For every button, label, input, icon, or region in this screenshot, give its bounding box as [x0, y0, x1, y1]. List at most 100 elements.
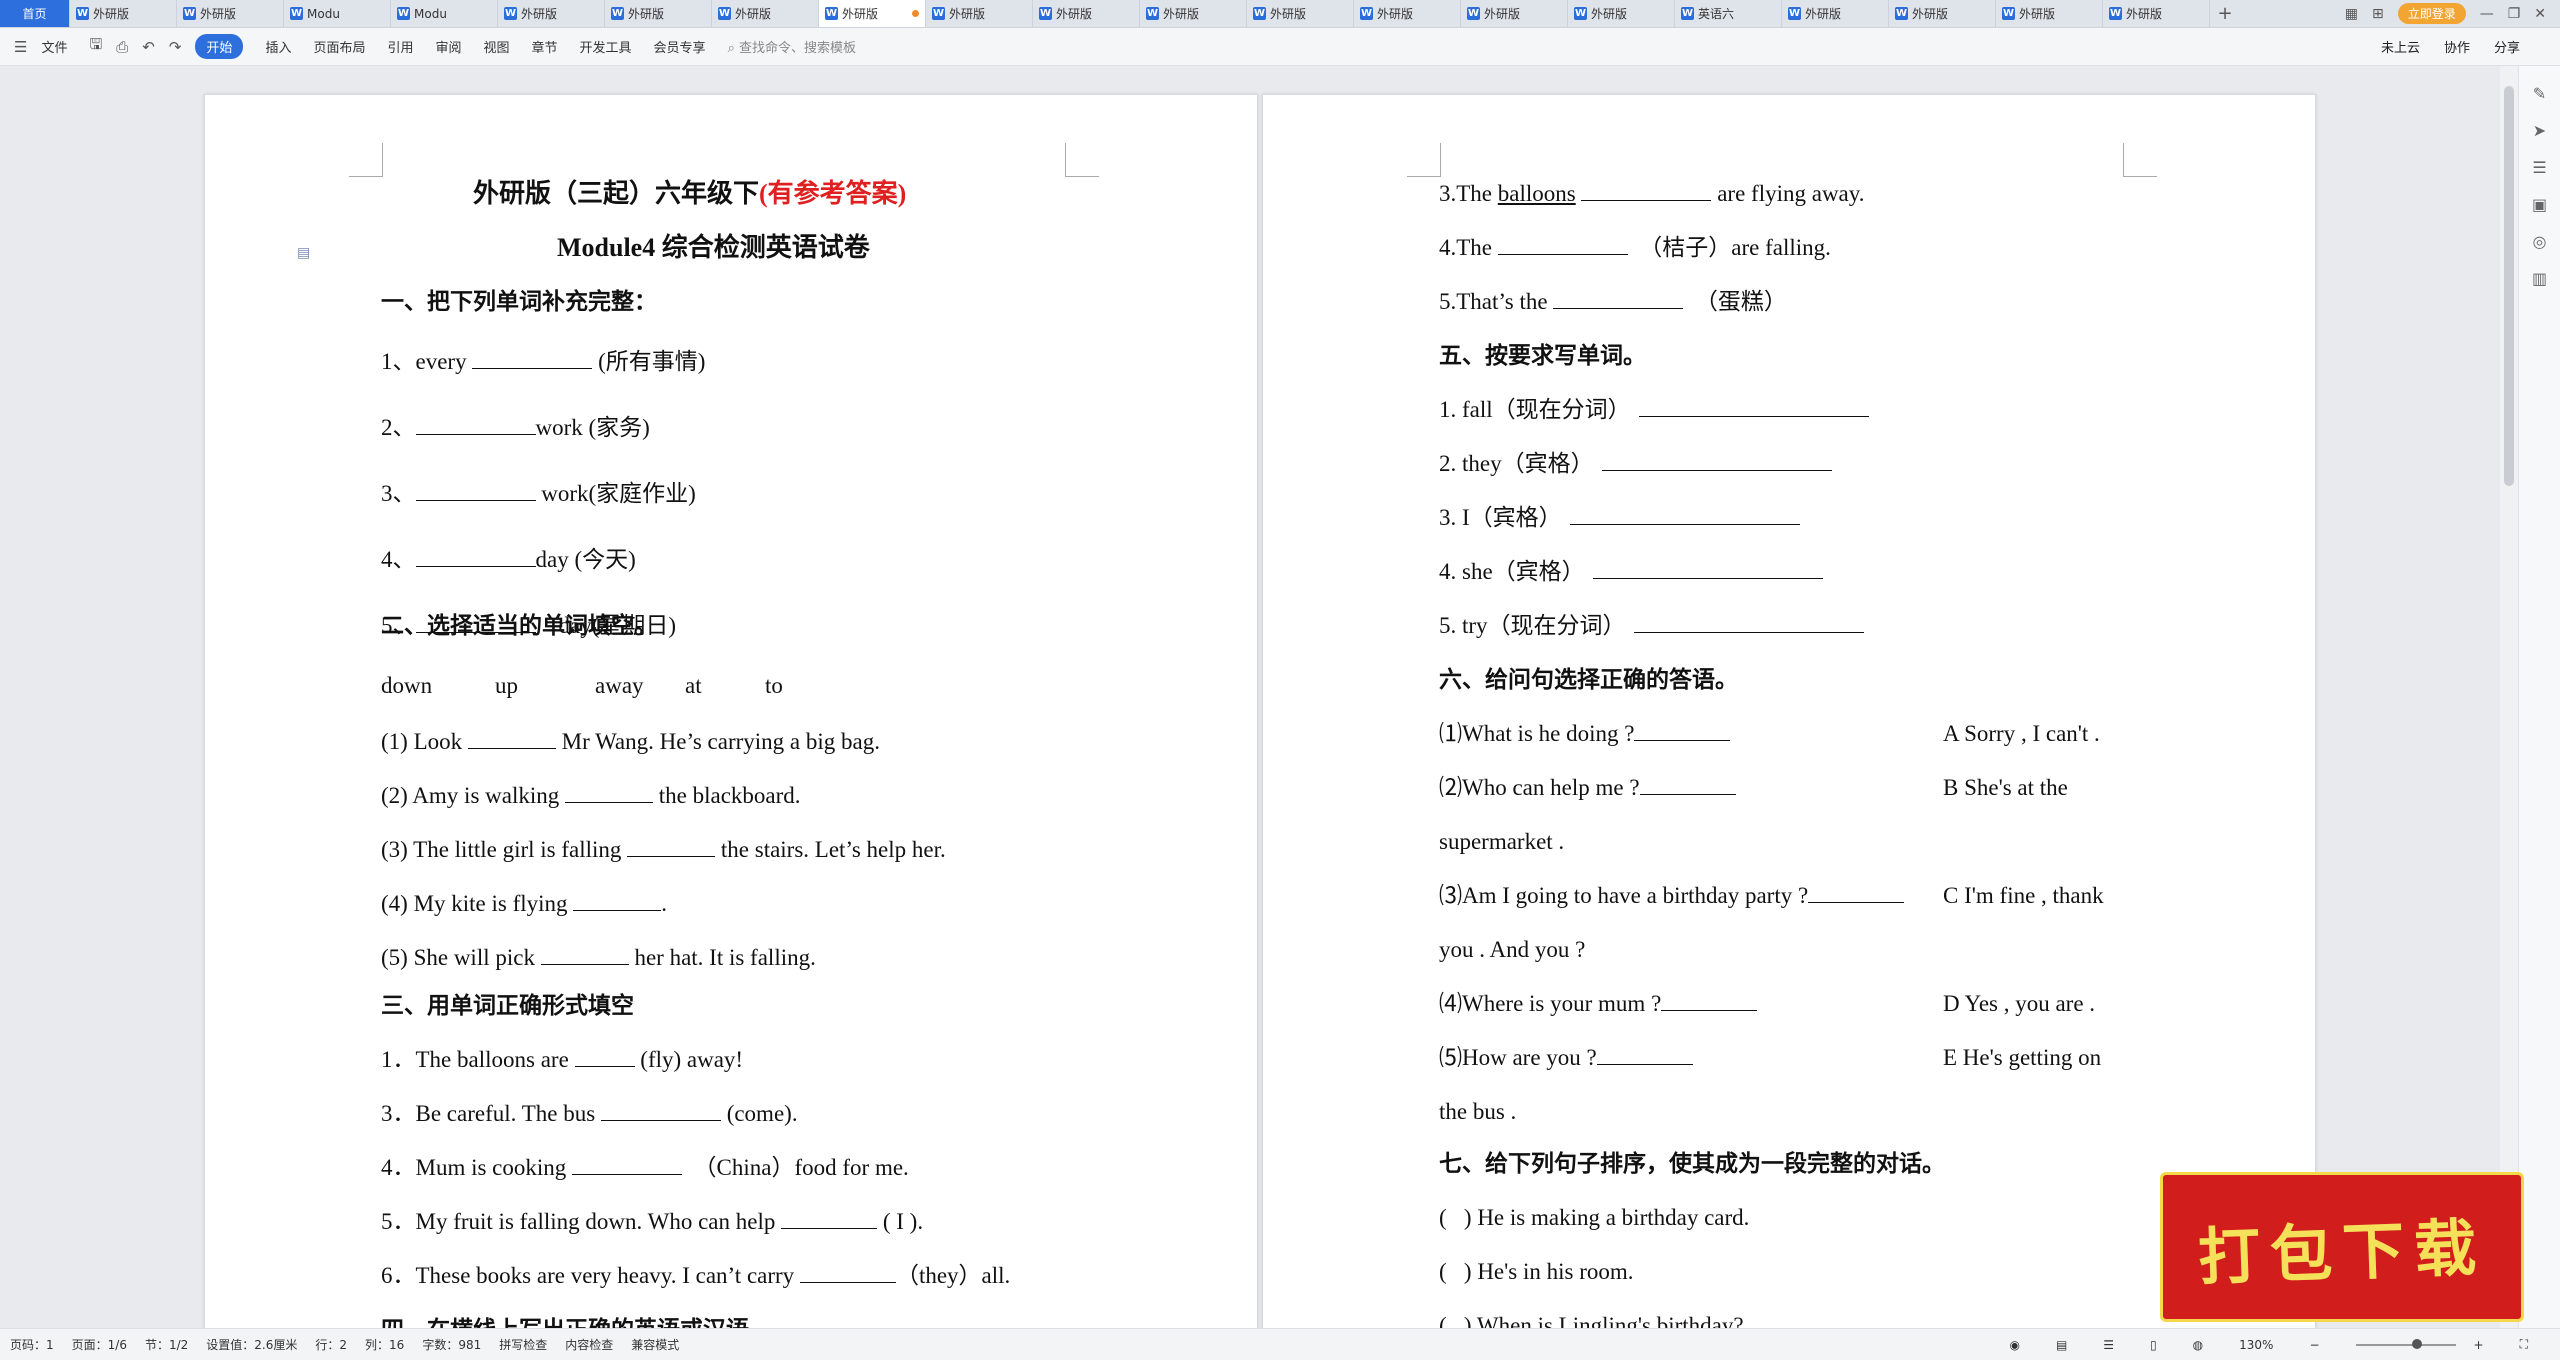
tab-document[interactable]: W 外研版 [1247, 0, 1354, 27]
cloud-status[interactable]: 未上云 [2381, 37, 2420, 56]
paragraph-icon[interactable]: ▤ [297, 245, 310, 262]
collab-button[interactable]: 协作 [2444, 37, 2470, 56]
pen-icon[interactable]: ✎ [2519, 84, 2560, 103]
save-icon[interactable]: 🖫 [89, 34, 102, 59]
new-tab-button[interactable]: + [2210, 0, 2240, 27]
status-word-count[interactable]: 字数：981 [422, 1336, 481, 1353]
tab-document[interactable]: W 外研版 [819, 0, 926, 27]
answer-blank[interactable] [1634, 721, 1731, 741]
web-view-icon[interactable]: ◍ [2193, 1338, 2203, 1352]
eye-icon[interactable]: ◉ [2009, 1338, 2019, 1352]
tab-document[interactable]: W 外研版 [1782, 0, 1889, 27]
answer-blank[interactable] [600, 1101, 721, 1121]
answer-blank[interactable] [1596, 1045, 1693, 1065]
page-view-icon[interactable]: ▤ [2056, 1338, 2067, 1352]
tab-document[interactable]: W 外研版 [70, 0, 177, 27]
tab-document[interactable]: W Modu [391, 0, 498, 27]
answer-blank[interactable] [1497, 235, 1628, 255]
answer-blank[interactable] [1638, 397, 1869, 417]
apps-icon[interactable]: ⊞ [2372, 6, 2384, 22]
tab-document[interactable]: W 外研版 [1140, 0, 1247, 27]
tab-document[interactable]: W 外研版 [1354, 0, 1461, 27]
outline-icon[interactable]: ☰ [2103, 1338, 2114, 1352]
close-button[interactable]: ✕ [2534, 6, 2546, 22]
cursor-icon[interactable]: ➤ [2519, 121, 2560, 140]
answer-blank[interactable] [1581, 181, 1712, 201]
zoom-level[interactable]: 130% [2239, 1338, 2273, 1352]
command-search[interactable]: ⌕ 查找命令、搜索模板 [728, 37, 856, 56]
tab-document[interactable]: W 外研版 [1996, 0, 2103, 27]
zoom-out-button[interactable]: − [2309, 1338, 2319, 1352]
zoom-slider-handle[interactable] [2411, 1338, 2422, 1349]
redo-icon[interactable]: ↷ [169, 38, 182, 56]
vertical-scrollbar[interactable] [2500, 66, 2518, 1328]
menu-icon[interactable]: ☰ [14, 38, 27, 56]
tab-document[interactable]: W 外研版 [2103, 0, 2210, 27]
download-badge[interactable]: 打包下载 [2160, 1172, 2524, 1322]
answer-blank[interactable] [1592, 559, 1823, 579]
answer-blank[interactable] [1569, 505, 1800, 525]
status-pages[interactable]: 页面：1/6 [72, 1336, 127, 1353]
print-icon[interactable]: ⎙ [116, 38, 128, 56]
tab-document[interactable]: W 外研版 [926, 0, 1033, 27]
undo-icon[interactable]: ↶ [142, 38, 155, 56]
tab-member[interactable]: 会员专享 [654, 37, 706, 56]
tab-document[interactable]: W 外研版 [1033, 0, 1140, 27]
tab-document[interactable]: W 外研版 [712, 0, 819, 27]
file-menu[interactable]: 文件 [41, 37, 67, 56]
answer-blank[interactable] [1808, 883, 1905, 903]
tab-home[interactable]: 首页 [0, 0, 70, 27]
tab-layout[interactable]: 页面布局 [313, 37, 365, 56]
tab-insert[interactable]: 插入 [265, 37, 291, 56]
answer-blank[interactable] [415, 481, 536, 501]
answer-blank[interactable] [1553, 289, 1684, 309]
login-button[interactable]: 立即登录 [2397, 3, 2466, 24]
book-icon[interactable]: ▥ [2519, 269, 2560, 288]
tab-document[interactable]: W 外研版 [1889, 0, 1996, 27]
spell-check-button[interactable]: 拼写检查 [499, 1336, 547, 1353]
answer-blank[interactable] [781, 1209, 878, 1229]
tab-references[interactable]: 引用 [387, 37, 413, 56]
settings-slider-icon[interactable]: ☰ [2519, 158, 2560, 177]
answer-blank[interactable] [799, 1263, 896, 1283]
answer-blank[interactable] [574, 1047, 635, 1067]
answer-blank[interactable] [572, 1155, 683, 1175]
layout-icon[interactable]: ▦ [2345, 6, 2358, 22]
content-check-button[interactable]: 内容检查 [565, 1336, 613, 1353]
share-button[interactable]: 分享 [2494, 37, 2520, 56]
document-area[interactable]: ▤ 外研版（三起）六年级下(有参考答案) Module4 综合检测英语试卷 一、… [0, 66, 2500, 1328]
answer-blank[interactable] [1633, 613, 1864, 633]
scrollbar-thumb[interactable] [2504, 86, 2514, 486]
tab-document[interactable]: W 外研版 [177, 0, 284, 27]
tab-section[interactable]: 章节 [532, 37, 558, 56]
answer-blank[interactable] [472, 349, 593, 369]
zoom-in-button[interactable]: + [2474, 1338, 2484, 1352]
answer-blank[interactable] [415, 613, 536, 633]
tab-document[interactable]: W 外研版 [605, 0, 712, 27]
answer-blank[interactable] [415, 415, 536, 435]
tab-document[interactable]: W 外研版 [498, 0, 605, 27]
answer-blank[interactable] [627, 837, 716, 857]
read-mode-icon[interactable]: ▯ [2150, 1338, 2157, 1352]
answer-blank[interactable] [1661, 991, 1758, 1011]
answer-blank[interactable] [467, 729, 556, 749]
answer-blank[interactable] [1639, 775, 1736, 795]
restore-button[interactable]: ❐ [2508, 6, 2521, 22]
tab-view[interactable]: 视图 [484, 37, 510, 56]
answer-blank[interactable] [565, 783, 653, 803]
image-icon[interactable]: ▣ [2519, 195, 2560, 214]
tab-start[interactable]: 开始 [195, 34, 244, 59]
zoom-slider[interactable] [2355, 1338, 2456, 1349]
location-icon[interactable]: ◎ [2519, 232, 2560, 251]
tab-developer[interactable]: 开发工具 [580, 37, 632, 56]
tab-document[interactable]: W 外研版 [1568, 0, 1675, 27]
answer-blank[interactable] [540, 945, 629, 965]
answer-blank[interactable] [1601, 451, 1832, 471]
answer-blank[interactable] [415, 547, 536, 567]
tab-document[interactable]: W 英语六 [1675, 0, 1782, 27]
tab-document[interactable]: W 外研版 [1461, 0, 1568, 27]
minimize-button[interactable]: — [2480, 6, 2494, 22]
tab-document[interactable]: W Modu [284, 0, 391, 27]
fullscreen-icon[interactable]: ⛶ [2520, 1337, 2528, 1352]
tab-review[interactable]: 审阅 [435, 37, 461, 56]
